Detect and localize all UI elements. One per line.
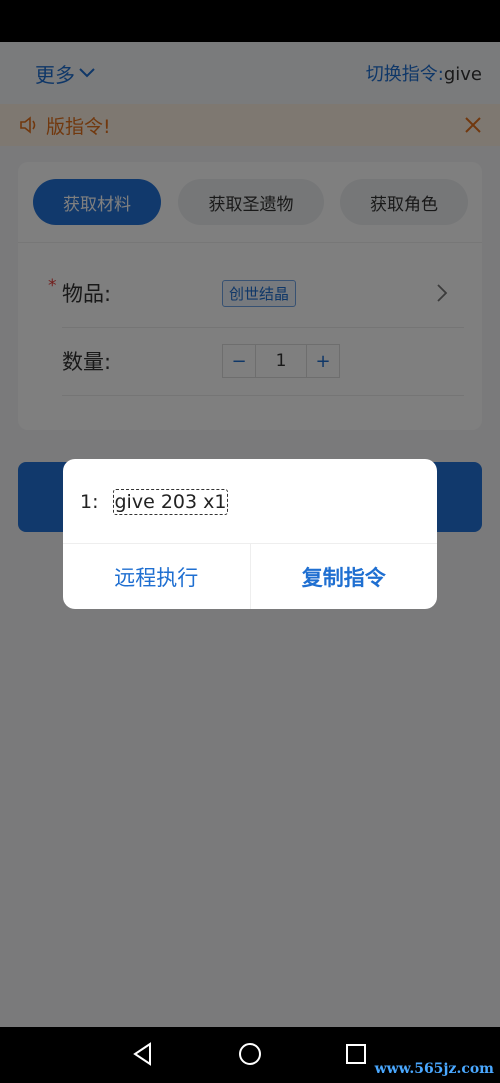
home-icon[interactable] xyxy=(237,1041,263,1067)
recents-icon[interactable] xyxy=(343,1041,369,1067)
copy-command-button[interactable]: 复制指令 xyxy=(249,544,438,609)
watermark-text: www.565jz.com xyxy=(374,1061,494,1077)
command-text[interactable]: give 203 x1 xyxy=(112,489,229,515)
command-line-number: 1: xyxy=(80,491,99,513)
dialog-actions: 远程执行 复制指令 xyxy=(63,543,437,609)
remote-execute-button[interactable]: 远程执行 xyxy=(63,544,250,609)
status-bar xyxy=(0,0,500,42)
command-line: 1: give 203 x1 xyxy=(80,489,229,515)
back-icon[interactable] xyxy=(130,1041,156,1067)
system-nav-bar: www.565jz.com xyxy=(0,1027,500,1083)
command-dialog: 1: give 203 x1 远程执行 复制指令 xyxy=(63,459,437,609)
